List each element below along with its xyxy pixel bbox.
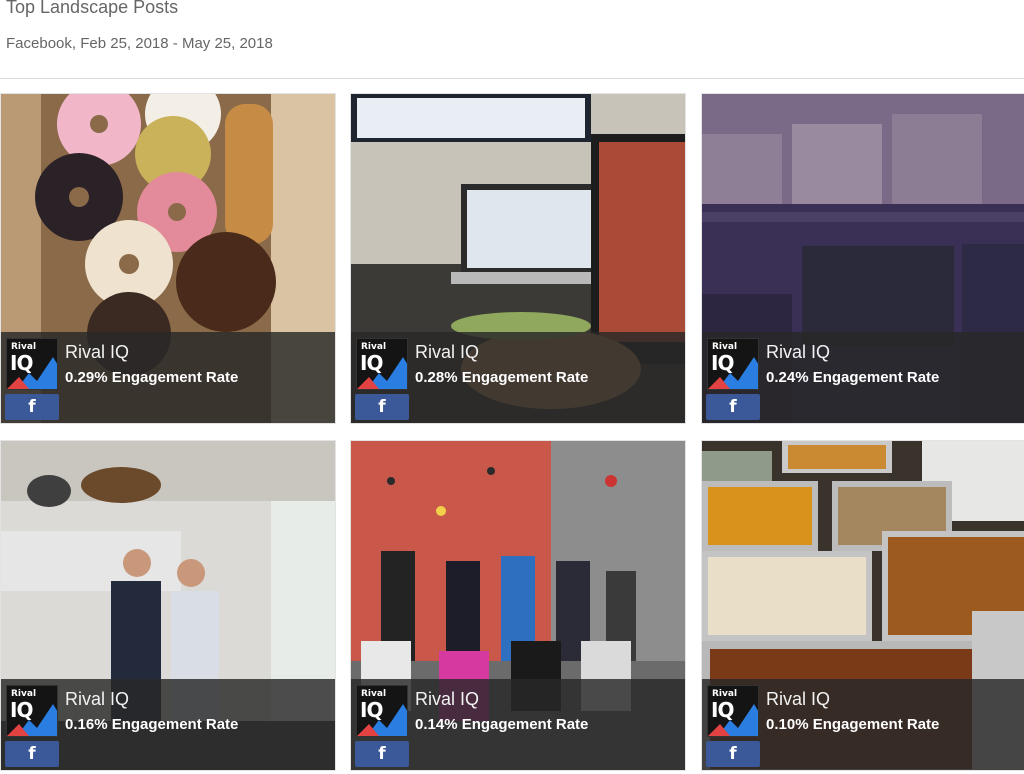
rival-iq-logo: Rival IQ — [6, 338, 58, 390]
engagement-rate: 0.14% Engagement Rate — [415, 716, 589, 733]
facebook-icon[interactable]: f — [355, 394, 409, 420]
engagement-rate: 0.29% Engagement Rate — [65, 369, 239, 386]
facebook-icon[interactable]: f — [5, 394, 59, 420]
account-name: Rival IQ — [65, 689, 130, 709]
post-overlay: Rival IQ f Rival IQ 0.29% Engagement Rat… — [1, 332, 335, 423]
engagement-rate: 0.10% Engagement Rate — [766, 716, 940, 733]
engagement-rate: 0.24% Engagement Rate — [766, 369, 940, 386]
page-title: Top Landscape Posts — [6, 0, 179, 17]
post-overlay: Rival IQ f Rival IQ 0.14% Engagement Rat… — [351, 679, 685, 770]
post-card[interactable]: Rival IQ f Rival IQ 0.14% Engagement Rat… — [350, 440, 686, 771]
post-overlay: Rival IQ f Rival IQ 0.28% Engagement Rat… — [351, 332, 685, 423]
account-name: Rival IQ — [415, 342, 480, 362]
engagement-rate: 0.28% Engagement Rate — [415, 369, 589, 386]
rival-iq-logo: Rival IQ — [356, 685, 408, 737]
post-card[interactable]: Rival IQ f Rival IQ 0.29% Engagement Rat… — [0, 93, 336, 424]
engagement-rate: 0.16% Engagement Rate — [65, 716, 239, 733]
rival-iq-logo: Rival IQ — [6, 685, 58, 737]
facebook-icon[interactable]: f — [706, 394, 760, 420]
date-range-subtitle: Facebook, Feb 25, 2018 - May 25, 2018 — [6, 35, 273, 52]
account-name: Rival IQ — [415, 689, 480, 709]
account-name: Rival IQ — [65, 342, 130, 362]
rival-iq-logo: Rival IQ — [707, 685, 759, 737]
post-card[interactable]: Rival IQ f Rival IQ 0.28% Engagement Rat… — [350, 93, 686, 424]
post-card[interactable]: Rival IQ f Rival IQ 0.24% Engagement Rat… — [701, 93, 1024, 424]
post-overlay: Rival IQ f Rival IQ 0.24% Engagement Rat… — [702, 332, 1024, 423]
report-header: Top Landscape Posts Facebook, Feb 25, 20… — [0, 0, 1024, 79]
facebook-icon[interactable]: f — [355, 741, 409, 767]
post-card[interactable]: Rival IQ f Rival IQ 0.16% Engagement Rat… — [0, 440, 336, 771]
post-overlay: Rival IQ f Rival IQ 0.16% Engagement Rat… — [1, 679, 335, 770]
post-card[interactable]: Rival IQ f Rival IQ 0.10% Engagement Rat… — [701, 440, 1024, 771]
rival-iq-logo: Rival IQ — [707, 338, 759, 390]
account-name: Rival IQ — [766, 689, 831, 709]
facebook-icon[interactable]: f — [5, 741, 59, 767]
facebook-icon[interactable]: f — [706, 741, 760, 767]
account-name: Rival IQ — [766, 342, 831, 362]
post-overlay: Rival IQ f Rival IQ 0.10% Engagement Rat… — [702, 679, 1024, 770]
rival-iq-logo: Rival IQ — [356, 338, 408, 390]
